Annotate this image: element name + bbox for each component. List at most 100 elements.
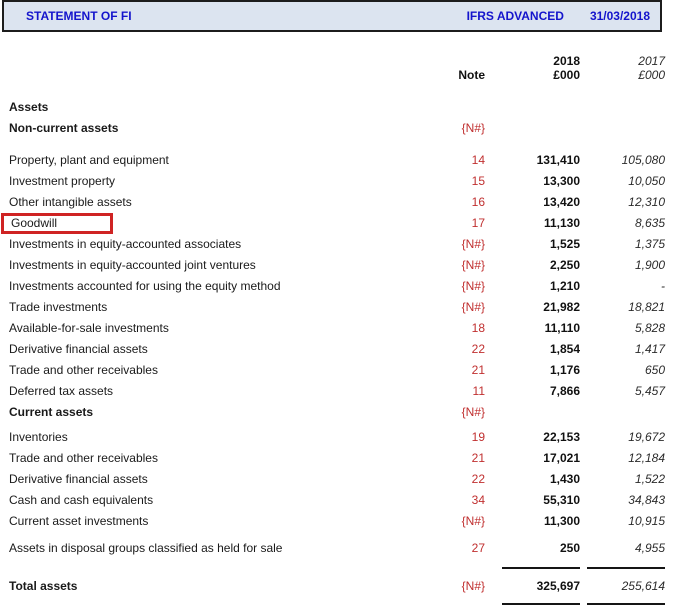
row-note-reference: {N#} xyxy=(425,569,485,603)
row-label: Deferred tax assets xyxy=(9,381,425,402)
table-row: Current asset investments{N#}11,30010,91… xyxy=(9,511,665,532)
row-note-reference: 21 xyxy=(425,360,485,381)
table-row: Deferred tax assets117,8665,457 xyxy=(9,381,665,402)
row-value-2018: 13,420 xyxy=(485,192,580,213)
table-row: Property, plant and equipment14131,41010… xyxy=(9,150,665,171)
table-row: Assets in disposal groups classified as … xyxy=(9,538,665,559)
total-rule-2018 xyxy=(502,603,580,605)
row-label: Current assets xyxy=(9,402,425,423)
table-row: Investment property1513,30010,050 xyxy=(9,171,665,192)
column-header-note: Note xyxy=(425,68,485,82)
table-row: Assets xyxy=(9,97,665,118)
row-value-2017: 1,375 xyxy=(580,234,665,255)
row-value-2018: 325,697 xyxy=(485,569,580,603)
table-row: Other intangible assets1613,42012,310 xyxy=(9,192,665,213)
row-value-2018: 1,176 xyxy=(485,360,580,381)
row-value-2017: 105,080 xyxy=(580,150,665,171)
table-row: Trade and other receivables2117,02112,18… xyxy=(9,448,665,469)
row-note-reference: {N#} xyxy=(425,402,485,423)
goodwill-highlight-box: Goodwill xyxy=(1,213,113,234)
row-note-reference: 14 xyxy=(425,150,485,171)
statement-of-financial-position: 2018 2017 Note £000 £000 AssetsNon-curre… xyxy=(0,32,676,605)
row-value-2018: 7,866 xyxy=(485,381,580,402)
column-header-years: 2018 2017 xyxy=(9,54,665,68)
column-headers: 2018 2017 Note £000 £000 xyxy=(9,54,665,82)
column-header-2018: 2018 xyxy=(485,54,580,68)
row-value-2017: 10,050 xyxy=(580,171,665,192)
row-label: Investment property xyxy=(9,171,425,192)
row-value-2017: 12,310 xyxy=(580,192,665,213)
row-note-reference: {N#} xyxy=(425,118,485,139)
row-label: Goodwill xyxy=(9,213,425,234)
row-label: Current asset investments xyxy=(9,511,425,532)
row-note-reference: {N#} xyxy=(425,297,485,318)
total-rule-row xyxy=(9,603,665,605)
table-row: Goodwill1711,1308,635 xyxy=(9,213,665,234)
row-note-reference: 22 xyxy=(425,469,485,490)
row-value-2018: 22,153 xyxy=(485,427,580,448)
row-value-2018: 2,250 xyxy=(485,255,580,276)
report-title: STATEMENT OF FI xyxy=(26,9,132,23)
entity-name: IFRS ADVANCED xyxy=(467,9,564,23)
row-value-2018: 250 xyxy=(485,538,580,559)
row-value-2017: 5,828 xyxy=(580,318,665,339)
row-note-reference: 34 xyxy=(425,490,485,511)
row-label: Other intangible assets xyxy=(9,192,425,213)
row-value-2017: 5,457 xyxy=(580,381,665,402)
row-note-reference: 17 xyxy=(425,213,485,234)
row-value-2017: - xyxy=(580,276,665,297)
row-value-2017: 1,417 xyxy=(580,339,665,360)
table-row: Trade investments{N#}21,98218,821 xyxy=(9,297,665,318)
table-row: Investments in equity-accounted joint ve… xyxy=(9,255,665,276)
table-row: Current assets{N#} xyxy=(9,402,665,423)
total-rule-2017 xyxy=(587,603,665,605)
row-note-reference: 15 xyxy=(425,171,485,192)
row-value-2017: 18,821 xyxy=(580,297,665,318)
row-note-reference: 11 xyxy=(425,381,485,402)
table-row: Total assets{N#}325,697255,614 xyxy=(9,569,665,603)
row-label: Property, plant and equipment xyxy=(9,150,425,171)
row-value-2018: 1,854 xyxy=(485,339,580,360)
row-value-2018: 131,410 xyxy=(485,150,580,171)
row-note-reference: 16 xyxy=(425,192,485,213)
table-row: Investments accounted for using the equi… xyxy=(9,276,665,297)
row-note-reference: 21 xyxy=(425,448,485,469)
table-row: Trade and other receivables211,176650 xyxy=(9,360,665,381)
row-label: Trade and other receivables xyxy=(9,360,425,381)
row-value-2018: 17,021 xyxy=(485,448,580,469)
table-row: Derivative financial assets221,4301,522 xyxy=(9,469,665,490)
table-row: Available-for-sale investments1811,1105,… xyxy=(9,318,665,339)
row-value-2017: 34,843 xyxy=(580,490,665,511)
row-label: Cash and cash equivalents xyxy=(9,490,425,511)
column-header-2017: 2017 xyxy=(580,54,665,68)
row-value-2017: 650 xyxy=(580,360,665,381)
row-spacer xyxy=(9,559,665,567)
column-header-units-2018: £000 xyxy=(485,68,580,82)
row-value-2017: 8,635 xyxy=(580,213,665,234)
column-header-units: Note £000 £000 xyxy=(9,68,665,82)
table-row: Investments in equity-accounted associat… xyxy=(9,234,665,255)
row-value-2018: 11,300 xyxy=(485,511,580,532)
row-value-2018: 11,130 xyxy=(485,213,580,234)
row-label: Trade and other receivables xyxy=(9,448,425,469)
row-label: Derivative financial assets xyxy=(9,339,425,360)
row-note-reference: {N#} xyxy=(425,255,485,276)
row-label: Investments in equity-accounted joint ve… xyxy=(9,255,425,276)
row-spacer xyxy=(9,139,665,150)
row-value-2017: 1,522 xyxy=(580,469,665,490)
row-label: Total assets xyxy=(9,569,425,603)
row-note-reference: {N#} xyxy=(425,276,485,297)
row-value-2017: 19,672 xyxy=(580,427,665,448)
row-label: Assets in disposal groups classified as … xyxy=(9,538,425,559)
row-value-2018: 55,310 xyxy=(485,490,580,511)
row-value-2018: 11,110 xyxy=(485,318,580,339)
statement-rows: AssetsNon-current assets{N#}Property, pl… xyxy=(9,97,665,605)
row-value-2018: 1,525 xyxy=(485,234,580,255)
period-end-date: 31/03/2018 xyxy=(590,9,650,23)
row-value-2017: 10,915 xyxy=(580,511,665,532)
row-value-2017: 1,900 xyxy=(580,255,665,276)
row-label: Inventories xyxy=(9,427,425,448)
table-row: Derivative financial assets221,8541,417 xyxy=(9,339,665,360)
row-label: Trade investments xyxy=(9,297,425,318)
row-value-2018: 13,300 xyxy=(485,171,580,192)
